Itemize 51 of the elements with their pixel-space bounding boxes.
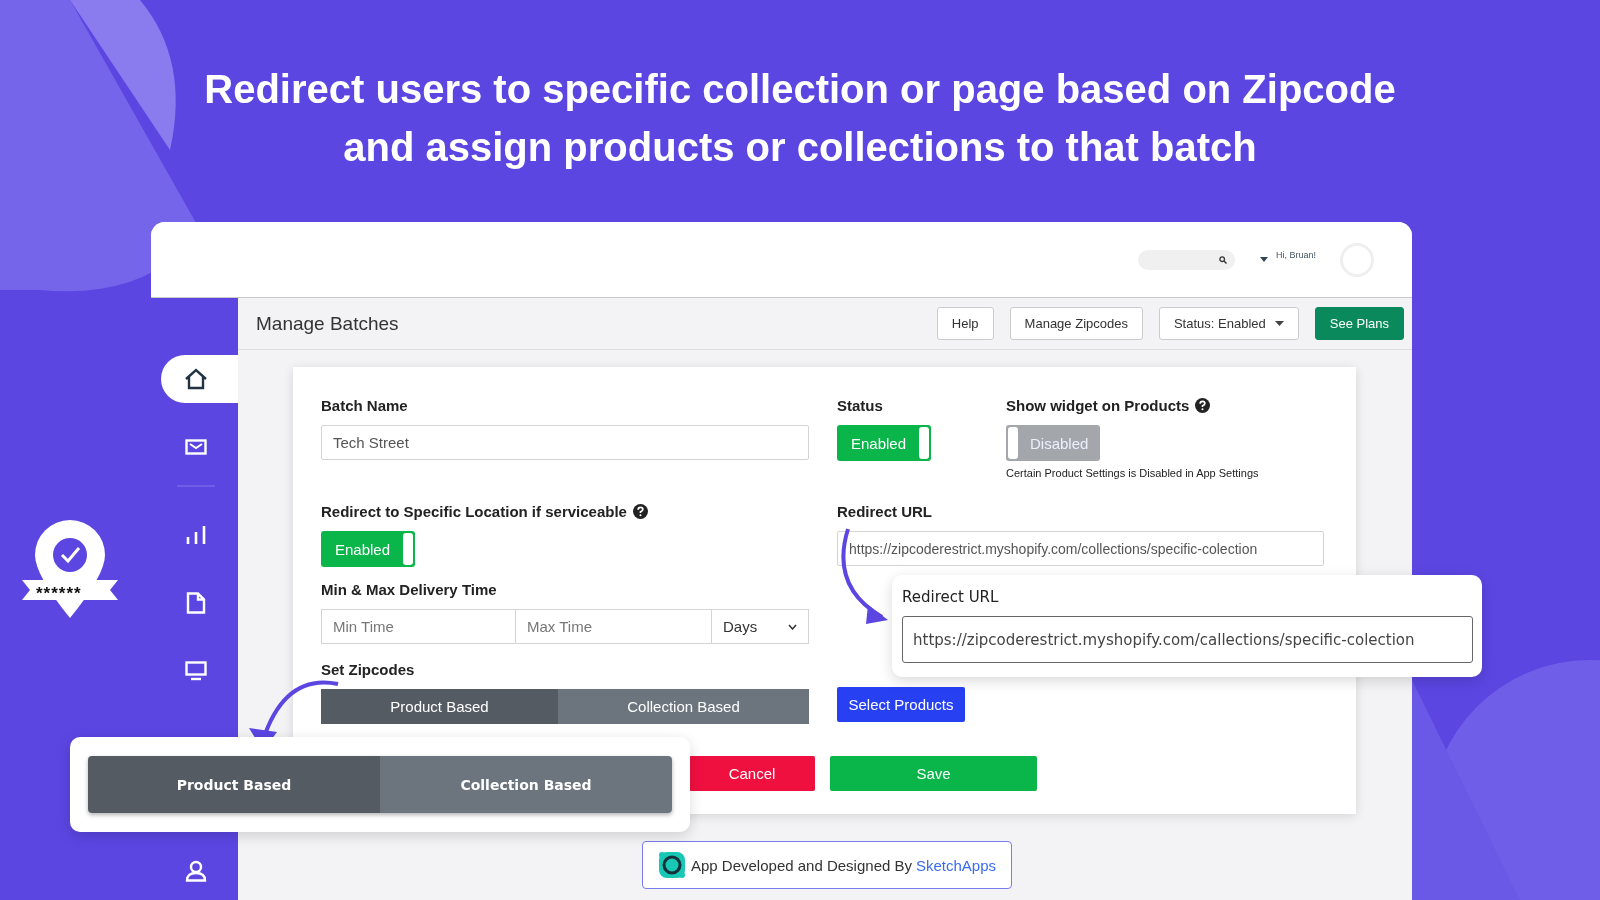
header-button[interactable]: See Plans [1314,307,1404,340]
min-time-field[interactable]: Min Time [321,609,516,644]
search-icon [1218,255,1227,264]
field-label: Redirect to Specific Location if serviceable [321,503,627,520]
header-button[interactable]: Manage Zipcodes [1009,307,1143,340]
field-label: Show widget on Products [1006,397,1190,414]
max-time-field[interactable]: Max Time [516,609,712,644]
location-pin-icon [22,520,118,618]
help-note: Certain Product Settings is Disabled in App Settings [1006,467,1259,479]
field-label: Min & Max Delivery Time [321,581,497,598]
toggle-switch[interactable]: Enabled [837,425,931,461]
segment-tab[interactable]: Collection Based [380,756,672,813]
field-label: Batch Name [321,397,408,414]
header-button[interactable]: Help [936,307,994,340]
greeting-text: Hi, Bruan! [1275,249,1316,260]
page-title: Manage Batches [256,312,399,335]
redirect-url-field[interactable]: https://zipcoderestrict.myshopify.com/collections/specific-colection [837,531,1324,566]
status-dropdown[interactable]: Status: Enabled [1158,307,1299,340]
bar-chart-icon [184,524,207,546]
monitor-icon [184,661,207,681]
help-icon [632,504,648,519]
segment-tab[interactable]: Product Based [321,689,558,724]
credit-link[interactable]: SketchApps [916,856,997,874]
help-icon [1195,398,1211,413]
select-products-button[interactable]: Select Products [837,687,965,722]
segment-tab[interactable]: Product Based [88,756,380,813]
home-icon [183,368,208,390]
badge-text: ****** [36,584,82,604]
field-label: Redirect URL [837,503,933,520]
logo-icon [657,850,687,880]
cancel-button[interactable]: Cancel [689,756,815,791]
sidebar-item[interactable] [161,355,238,403]
file-icon [185,592,206,614]
segment-tab[interactable]: Collection Based [558,689,809,724]
batch-name-field[interactable]: Tech Street [321,425,809,460]
unit-dropdown[interactable]: Days [712,609,809,644]
headline-text: Redirect users to specific collection or page based on Zipcode [203,66,1397,113]
field-label: Set Zipcodes [321,661,415,678]
field-label: Status [837,397,883,414]
headline-text: and assign products or collections to that batch [342,124,1258,171]
field-label: Redirect URL [902,588,999,606]
mail-icon [184,439,207,455]
save-button[interactable]: Save [830,756,1037,791]
redirect-url-field[interactable]: https://zipcoderestrict.myshopify.com/callections/specific-colection [902,616,1473,663]
chevron-icon [788,623,797,630]
toggle-switch[interactable]: Enabled [321,531,415,567]
credit-text: App Developed and Designed By [691,856,912,874]
search-field[interactable] [1137,249,1235,270]
user-icon [184,860,207,882]
caret-icon[interactable] [1259,257,1268,262]
caret-icon [1274,321,1284,326]
